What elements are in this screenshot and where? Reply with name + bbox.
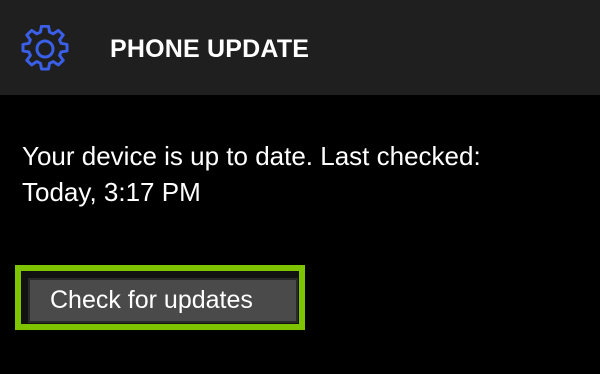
update-status-text: Your device is up to date. Last checked:… [22, 138, 582, 210]
status-message: Your device is up to date. Last checked: [22, 141, 481, 171]
phone-update-screen: PHONE UPDATE Your device is up to date. … [0, 0, 600, 374]
check-for-updates-button[interactable]: Check for updates [28, 278, 298, 323]
page-title: PHONE UPDATE [110, 35, 310, 63]
header-bar: PHONE UPDATE [0, 0, 600, 95]
last-checked-time: Today, 3:17 PM [22, 177, 201, 207]
gear-icon [21, 25, 69, 73]
